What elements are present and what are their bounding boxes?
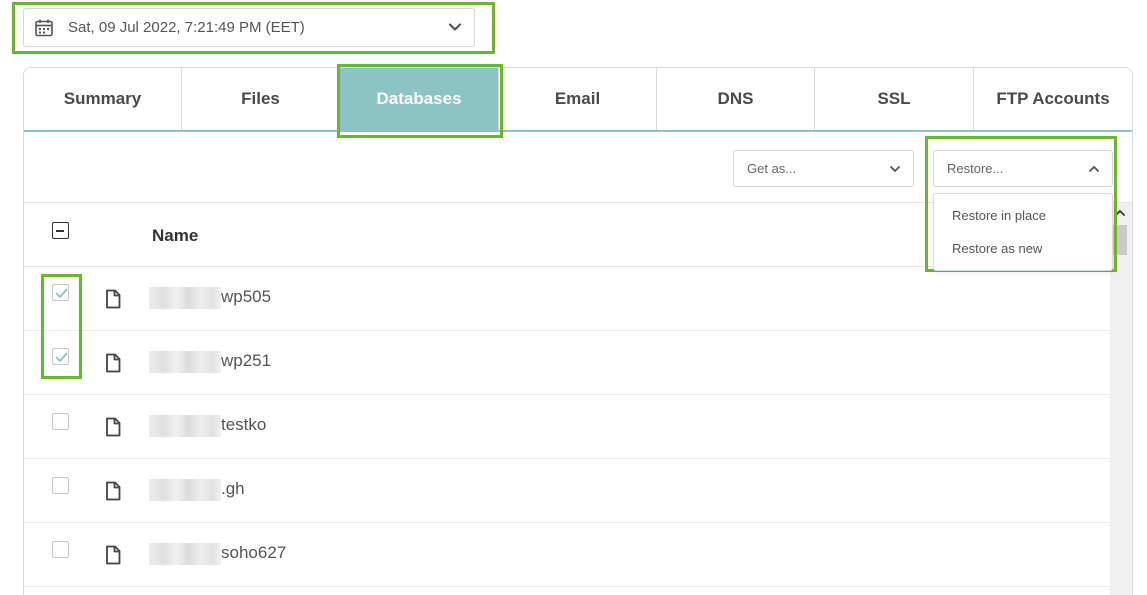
table-row[interactable]: testko [24, 395, 1110, 459]
database-name: wp251 [221, 351, 272, 370]
file-icon [104, 417, 122, 442]
database-name: testko [221, 415, 267, 434]
row-checkbox[interactable] [52, 348, 69, 365]
row-checkbox[interactable] [52, 541, 69, 558]
table-row[interactable]: wp251 [24, 331, 1110, 395]
get-as-select[interactable]: Get as... [733, 150, 914, 187]
row-checkbox[interactable] [52, 477, 69, 494]
tab-ftp-accounts[interactable]: FTP Accounts [974, 68, 1132, 130]
redacted-prefix [149, 287, 221, 309]
row-checkbox[interactable] [52, 284, 69, 301]
checkmark-icon [55, 352, 68, 362]
calendar-icon [34, 18, 54, 38]
redacted-prefix [149, 479, 221, 501]
redacted-prefix [149, 351, 221, 373]
chevron-up-icon [1088, 163, 1100, 178]
restore-as-new-option[interactable]: Restore as new [952, 241, 1042, 256]
chevron-down-icon [889, 163, 901, 178]
tab-label: Email [554, 89, 601, 108]
date-picker-value: Sat, 09 Jul 2022, 7:21:49 PM (EET) [68, 19, 305, 36]
table-scrollbar[interactable] [1110, 203, 1132, 595]
get-as-label: Get as... [747, 161, 797, 176]
date-picker[interactable]: Sat, 09 Jul 2022, 7:21:49 PM (EET) [23, 8, 475, 47]
table-row[interactable]: .gh [24, 459, 1110, 523]
tab-email[interactable]: Email [499, 68, 657, 130]
select-all-checkbox[interactable] [52, 222, 69, 239]
tab-label: Summary [63, 89, 142, 108]
scrollbar-thumb[interactable] [1113, 225, 1127, 255]
name-column-header[interactable]: Name [152, 226, 198, 246]
restore-in-place-option[interactable]: Restore in place [952, 208, 1046, 223]
restore-label: Restore... [947, 161, 1004, 176]
tab-label: Files [241, 89, 280, 108]
restore-select[interactable]: Restore... [933, 150, 1113, 187]
tab-label: DNS [717, 89, 754, 108]
database-name: soho627 [221, 543, 287, 562]
tab-files[interactable]: Files [182, 68, 340, 130]
tab-label: FTP Accounts [996, 89, 1110, 108]
backup-panel: Summary Files Databases Email DNS SSL FT… [23, 67, 1133, 595]
tab-bar: Summary Files Databases Email DNS SSL FT… [24, 68, 1132, 132]
tab-summary[interactable]: Summary [24, 68, 182, 130]
scroll-up-icon[interactable] [1114, 206, 1126, 224]
file-icon [104, 353, 122, 378]
redacted-prefix [149, 543, 221, 565]
chevron-down-icon [448, 20, 462, 39]
restore-dropdown-menu: Restore in place Restore as new [933, 193, 1113, 271]
table-row[interactable]: soho627 [24, 523, 1110, 587]
tab-dns[interactable]: DNS [657, 68, 815, 130]
redacted-prefix [149, 415, 221, 437]
row-checkbox[interactable] [52, 413, 69, 430]
checkmark-icon [55, 288, 68, 298]
tab-ssl[interactable]: SSL [815, 68, 974, 130]
file-icon [104, 481, 122, 506]
tab-label: Databases [376, 89, 462, 108]
tab-label: SSL [877, 89, 911, 108]
table-row[interactable]: wp505 [24, 267, 1110, 331]
tab-databases[interactable]: Databases [340, 68, 499, 130]
database-name: .gh [221, 479, 245, 498]
file-icon [104, 289, 122, 314]
file-icon [104, 545, 122, 570]
database-name: wp505 [221, 287, 272, 306]
